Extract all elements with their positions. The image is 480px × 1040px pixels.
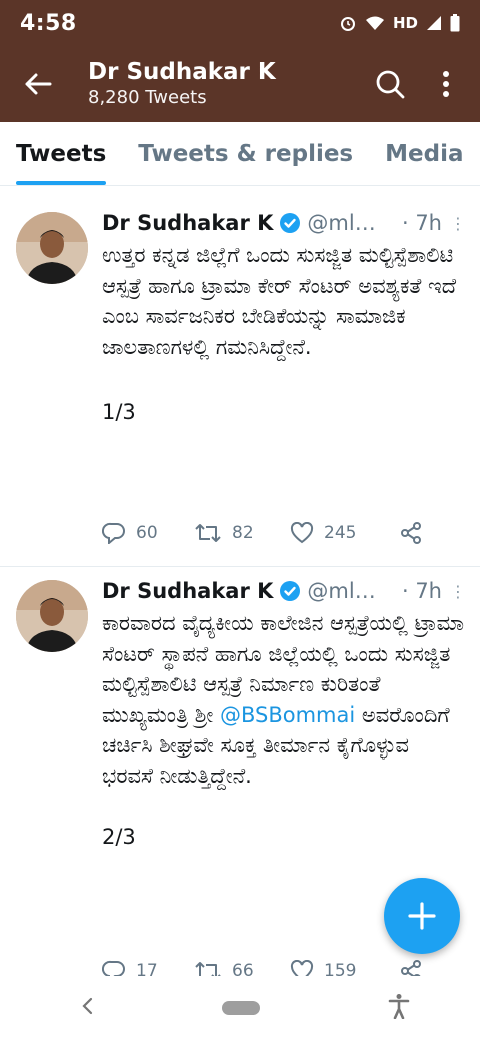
author-handle[interactable]: @ml… [307, 579, 396, 603]
chevron-left-icon [82, 997, 93, 1015]
author-name[interactable]: Dr Sudhakar K [102, 579, 273, 603]
share-button[interactable] [400, 522, 422, 544]
mention-link[interactable]: @BSBommai [220, 703, 355, 727]
battery-icon [450, 14, 460, 32]
search-button[interactable] [362, 46, 418, 122]
tweet-time[interactable]: · 7h [402, 211, 442, 235]
tweet-more-icon[interactable]: ⋮ [450, 582, 466, 601]
tweet-header: Dr Sudhakar K @ml… · 7h ⋮ [102, 208, 466, 238]
tweet-actions: 60 82 245 [102, 522, 440, 544]
profile-name-title: Dr Sudhakar K [88, 59, 276, 85]
back-button[interactable] [8, 46, 68, 122]
tweet-text: ಕಾರವಾರದ ವೈದ್ಯಕೀಯ ಕಾಲೇಜಿನ ಆಸ್ಪತ್ರೆಯಲ್ಲಿ ಟ… [102, 608, 466, 791]
author-name[interactable]: Dr Sudhakar K [102, 211, 273, 235]
tweet-time[interactable]: · 7h [402, 579, 442, 603]
tweet-more-icon[interactable]: ⋮ [450, 214, 466, 233]
avatar[interactable] [16, 212, 88, 284]
status-time: 4:58 [20, 10, 77, 36]
header-title-block: Dr Sudhakar K 8,280 Tweets [88, 58, 362, 110]
reply-count: 60 [136, 523, 158, 543]
share-icon [401, 522, 421, 544]
heart-icon [290, 522, 314, 544]
reply-button[interactable]: 60 [102, 522, 194, 544]
retweet-count: 82 [232, 523, 254, 543]
thread-counter: 2/3 [102, 825, 136, 849]
tweet-body: Dr Sudhakar K @ml… · 7h ⋮ ಕಾರವಾರದ ವೈದ್ಯಕ… [102, 576, 466, 849]
like-count: 159 [324, 961, 357, 976]
tab-media[interactable]: Media [385, 122, 463, 185]
plus-icon [408, 902, 436, 930]
wifi-icon [365, 15, 385, 31]
accessibility-button[interactable] [388, 993, 410, 1023]
signal-icon [426, 15, 442, 31]
retweet-icon [195, 524, 221, 542]
network-label: HD [392, 14, 418, 32]
profile-header: Dr Sudhakar K 8,280 Tweets [0, 46, 480, 122]
verified-badge-icon [279, 212, 301, 234]
verified-badge-icon [279, 580, 301, 602]
tweet-body: Dr Sudhakar K @ml… · 7h ⋮ ಉತ್ತರ ಕನ್ನಡ ಜಿ… [102, 208, 466, 424]
tab-tweets-and-replies[interactable]: Tweets & replies [138, 122, 353, 185]
reply-icon [102, 960, 125, 976]
tweet-card[interactable]: Dr Sudhakar K @ml… · 7h ⋮ ಉತ್ತರ ಕನ್ನಡ ಜಿ… [0, 196, 480, 566]
tweet-text: ಉತ್ತರ ಕನ್ನಡ ಜಿಲ್ಲೆಗೆ ಒಂದು ಸುಸಜ್ಜಿತ ಮಲ್ಟಿ… [102, 243, 457, 359]
reply-count: 17 [136, 961, 158, 976]
like-button[interactable]: 245 [290, 522, 400, 544]
status-icons: HD [339, 14, 460, 32]
author-handle[interactable]: @ml… [307, 211, 396, 235]
alarm-icon [339, 14, 357, 32]
retweet-icon [195, 962, 221, 976]
tweet-header: Dr Sudhakar K @ml… · 7h ⋮ [102, 576, 466, 606]
compose-tweet-button[interactable] [384, 878, 460, 954]
like-count: 245 [324, 523, 357, 543]
search-icon [376, 70, 405, 99]
nav-back-button[interactable] [80, 996, 94, 1020]
tweet-count: 8,280 Tweets [88, 87, 207, 108]
tab-tweets[interactable]: Tweets [16, 122, 107, 185]
retweet-button[interactable]: 82 [194, 522, 290, 544]
retweet-button[interactable]: 66 [194, 960, 290, 976]
share-button[interactable] [400, 960, 422, 976]
more-vertical-icon [443, 71, 449, 97]
arrow-left-icon [25, 73, 52, 95]
accessibility-icon [388, 994, 410, 1020]
thread-counter: 1/3 [102, 400, 136, 424]
reply-icon [102, 522, 125, 544]
nav-home-button[interactable] [222, 1001, 260, 1015]
tweet-actions: 17 66 159 [102, 960, 440, 976]
profile-tabs: Tweets Tweets & replies Media [0, 122, 480, 186]
like-button[interactable]: 159 [290, 960, 400, 976]
avatar[interactable] [16, 580, 88, 652]
share-icon [401, 960, 421, 976]
reply-button[interactable]: 17 [102, 960, 194, 976]
retweet-count: 66 [232, 961, 254, 976]
status-bar: 4:58 HD [0, 0, 480, 46]
system-nav-bar [0, 976, 480, 1040]
heart-icon [290, 960, 314, 976]
more-options-button[interactable] [418, 46, 474, 122]
